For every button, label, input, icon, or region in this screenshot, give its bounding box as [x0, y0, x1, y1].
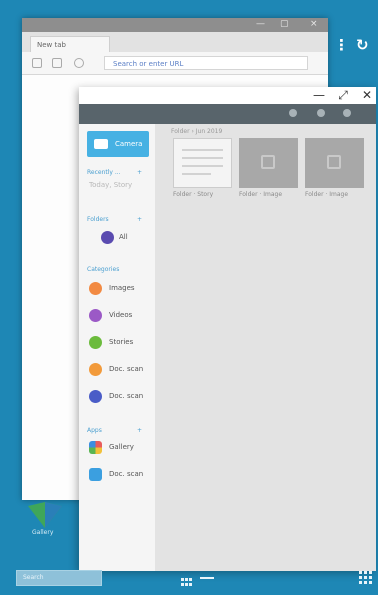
recent-apps-icon[interactable] [181, 573, 193, 586]
gallery-minimize-button[interactable]: — [309, 87, 329, 104]
section-apps[interactable]: Apps + [87, 427, 142, 434]
section-recent[interactable]: Recently ... + [87, 169, 142, 176]
thumbnail-image[interactable] [239, 138, 298, 188]
forward-icon[interactable] [52, 58, 62, 68]
gallery-close-button[interactable]: ✕ [357, 87, 377, 104]
browser-maximize-button[interactable]: ▢ [280, 19, 289, 29]
browser-minimize-button[interactable]: — [256, 19, 265, 29]
select-icon[interactable] [317, 109, 325, 117]
more-icon[interactable] [343, 109, 351, 117]
scan-app-icon [89, 468, 102, 481]
refresh-icon[interactable]: ↻ [356, 36, 369, 54]
browser-toolbar: Search or enter URL [22, 52, 328, 75]
browser-url-field[interactable]: Search or enter URL [104, 56, 308, 70]
folder-icon [101, 231, 114, 244]
image-placeholder-icon [261, 155, 275, 169]
image-placeholder-icon [327, 155, 341, 169]
thumbnail-label: Folder · Story [173, 191, 214, 198]
desktop-icon-label: Gallery [32, 529, 54, 536]
gallery-window: — ⤢ ✕ Camera Recently ... + Today, Story… [79, 87, 376, 571]
camera-icon [94, 139, 108, 149]
taskbar-search[interactable]: Search [16, 570, 102, 586]
browser-titlebar: — ▢ × [22, 18, 328, 32]
stories-icon [89, 336, 102, 349]
home-button[interactable] [200, 577, 214, 579]
gallery-content: Folder › Jun 2019 Folder · Story Folder … [155, 124, 376, 571]
gallery-app-icon [89, 441, 102, 454]
document-icon [89, 390, 102, 403]
browser-tab[interactable]: New tab [30, 36, 110, 52]
section-folders[interactable]: Folders + [87, 216, 142, 223]
gallery-window-bar: — ⤢ ✕ [79, 87, 376, 104]
breadcrumb: Folder › Jun 2019 [171, 128, 223, 135]
videos-icon [89, 309, 102, 322]
gallery-sidebar: Camera Recently ... + Today, Story Folde… [79, 124, 155, 571]
gallery-maximize-button[interactable]: ⤢ [333, 87, 353, 104]
thumbnail-label: Folder · Image [305, 191, 349, 198]
section-categories[interactable]: Categories [87, 266, 119, 273]
apps-grid-icon[interactable] [359, 570, 373, 584]
thumbnail-story[interactable] [173, 138, 232, 188]
images-icon [89, 282, 102, 295]
home-icon[interactable] [74, 58, 84, 68]
document-icon [89, 363, 102, 376]
browser-close-button[interactable]: × [310, 19, 318, 29]
thumbnail-label: Folder · Image [239, 191, 283, 198]
more-options-icon[interactable]: ⋮ [334, 36, 349, 54]
gallery-appbar [79, 104, 376, 124]
browser-tabstrip: New tab [22, 32, 328, 52]
search-icon[interactable] [289, 109, 297, 117]
back-icon[interactable] [32, 58, 42, 68]
thumbnail-image[interactable] [305, 138, 364, 188]
camera-button[interactable]: Camera [87, 131, 149, 157]
